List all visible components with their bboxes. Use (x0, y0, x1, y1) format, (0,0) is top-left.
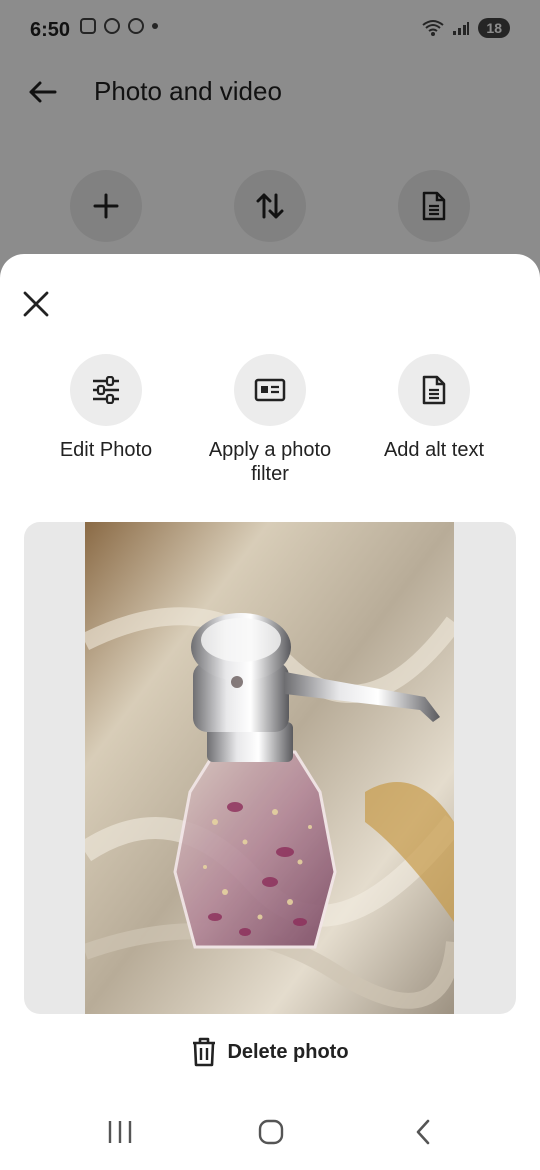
close-icon (23, 291, 49, 317)
back-icon (416, 1119, 430, 1145)
filter-card-icon (254, 378, 286, 402)
add-alt-text-button[interactable] (398, 354, 470, 426)
sliders-icon (93, 376, 119, 404)
close-button[interactable] (18, 286, 54, 322)
delete-photo-button[interactable]: Delete photo (0, 1034, 540, 1070)
edit-photo-action[interactable]: Edit Photo (16, 354, 196, 462)
edit-photo-button[interactable] (70, 354, 142, 426)
add-alt-text-label: Add alt text (383, 439, 485, 461)
apply-filter-label: Apply a photo filter (208, 439, 332, 485)
system-nav-bar (0, 1098, 540, 1170)
system-back-button[interactable] (403, 1116, 443, 1148)
add-alt-text-action[interactable]: Add alt text (344, 354, 524, 462)
photo-preview-frame (24, 522, 516, 1014)
home-icon (258, 1119, 284, 1145)
document-icon (422, 375, 446, 405)
recent-apps-icon (108, 1121, 132, 1143)
recent-apps-button[interactable] (100, 1116, 140, 1148)
delete-photo-label: Delete photo (227, 1040, 349, 1063)
photo-options-sheet: Edit Photo Apply a photo filter Add alt … (0, 254, 540, 1170)
trash-icon (193, 1037, 216, 1067)
apply-filter-button[interactable] (234, 354, 306, 426)
apply-filter-action[interactable]: Apply a photo filter (180, 354, 360, 486)
home-button[interactable] (251, 1116, 291, 1148)
photo-preview (85, 522, 454, 1014)
edit-photo-label: Edit Photo (59, 439, 153, 461)
